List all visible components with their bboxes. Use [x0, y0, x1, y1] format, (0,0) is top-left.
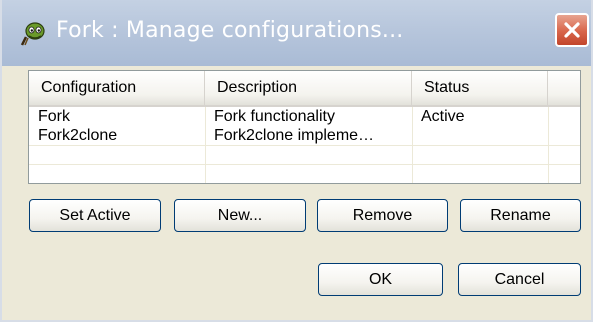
dialog-window: Fork : Manage configurations... Configur… [0, 0, 593, 322]
new-button-label: New... [217, 206, 263, 224]
set-active-button-label: Set Active [59, 206, 131, 224]
cell-description: Fork functionality [214, 108, 335, 125]
column-header-description[interactable]: Description [205, 71, 412, 105]
new-button[interactable]: New... [174, 199, 306, 232]
dialog-content: Configuration Description Status Fork Fo… [2, 66, 591, 320]
cell-status: Active [421, 108, 465, 125]
set-active-button[interactable]: Set Active [29, 199, 161, 232]
remove-button[interactable]: Remove [317, 199, 448, 232]
remove-button-label: Remove [352, 206, 413, 224]
table-row[interactable]: Fork Fork functionality Active [29, 107, 580, 126]
alien-head-icon [20, 19, 48, 47]
rename-button[interactable]: Rename [460, 199, 581, 232]
title-bar[interactable]: Fork : Manage configurations... [2, 0, 591, 66]
column-header-configuration[interactable]: Configuration [29, 71, 205, 105]
ok-button-label: OK [368, 270, 393, 288]
cancel-button-label: Cancel [494, 270, 545, 288]
cancel-button[interactable]: Cancel [458, 263, 581, 296]
row-divider [29, 164, 580, 165]
column-header-status[interactable]: Status [412, 71, 548, 105]
table-header: Configuration Description Status [29, 71, 580, 107]
table-row[interactable]: Fork2clone Fork2clone impleme… [29, 126, 580, 145]
row-divider [29, 145, 580, 146]
rename-button-label: Rename [490, 206, 551, 224]
configurations-table[interactable]: Configuration Description Status Fork Fo… [28, 70, 581, 184]
cell-description: Fork2clone impleme… [214, 127, 375, 144]
close-button[interactable] [555, 13, 589, 47]
cell-status [412, 126, 548, 145]
close-icon [564, 22, 580, 38]
ok-button[interactable]: OK [318, 263, 443, 296]
cell-configuration: Fork2clone [38, 127, 118, 144]
window-title: Fork : Manage configurations... [56, 18, 404, 43]
cell-configuration: Fork [38, 108, 70, 125]
